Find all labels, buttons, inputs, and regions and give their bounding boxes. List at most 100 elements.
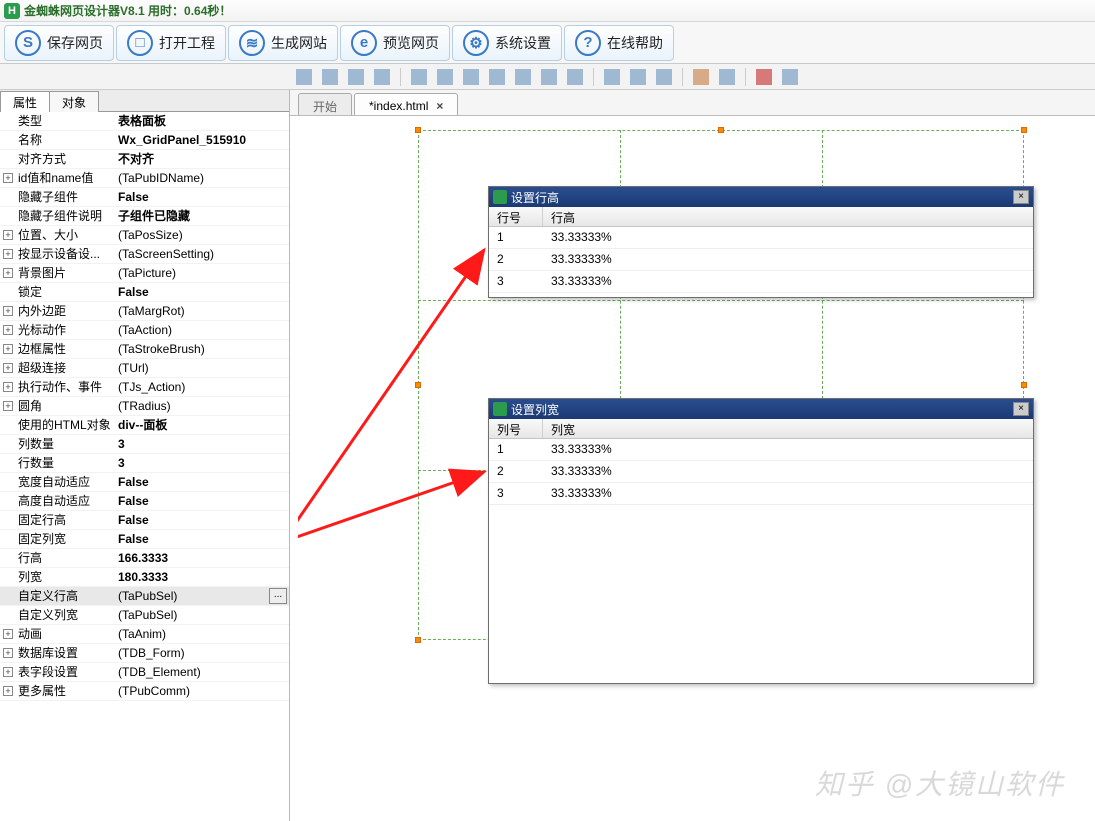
close-icon[interactable]: ×	[1013, 190, 1029, 204]
property-row[interactable]: +动画(TaAnim)	[0, 625, 289, 644]
property-row[interactable]: 列数量3	[0, 435, 289, 454]
property-row[interactable]: 宽度自动适应False	[0, 473, 289, 492]
design-canvas[interactable]: 设置行高 × 行号 行高 133.33333%233.33333%333.333…	[298, 120, 1095, 821]
resize-handle[interactable]	[415, 382, 421, 388]
expand-icon[interactable]: +	[3, 382, 13, 392]
property-row[interactable]: +超级连接(TUrl)	[0, 359, 289, 378]
property-row[interactable]: 隐藏子组件说明子组件已隐藏	[0, 207, 289, 226]
property-row[interactable]: 名称Wx_GridPanel_515910	[0, 131, 289, 150]
toolbar-build[interactable]: ≋ 生成网站	[228, 25, 338, 61]
cell-value[interactable]: 33.33333%	[543, 271, 612, 292]
property-row[interactable]: 锁定False	[0, 283, 289, 302]
tool-icon[interactable]	[322, 69, 338, 85]
property-row[interactable]: +执行动作、事件(TJs_Action)	[0, 378, 289, 397]
property-row[interactable]: 列宽180.3333	[0, 568, 289, 587]
property-row[interactable]: 固定行高False	[0, 511, 289, 530]
property-row[interactable]: 自定义列宽(TaPubSel)	[0, 606, 289, 625]
resize-handle[interactable]	[718, 127, 724, 133]
tool-icon[interactable]	[656, 69, 672, 85]
resize-handle[interactable]	[1021, 382, 1027, 388]
tool-icon[interactable]	[411, 69, 427, 85]
table-row[interactable]: 233.33333%	[489, 461, 1033, 483]
tool-icon[interactable]	[515, 69, 531, 85]
expand-icon[interactable]: +	[3, 629, 13, 639]
tool-icon[interactable]	[296, 69, 312, 85]
table-row[interactable]: 133.33333%	[489, 439, 1033, 461]
expand-icon[interactable]: +	[3, 325, 13, 335]
property-row[interactable]: 高度自动适应False	[0, 492, 289, 511]
property-row[interactable]: +位置、大小(TaPosSize)	[0, 226, 289, 245]
tool-icon[interactable]	[567, 69, 583, 85]
table-row[interactable]: 333.33333%	[489, 271, 1033, 293]
resize-handle[interactable]	[415, 127, 421, 133]
tab-start[interactable]: 开始	[298, 93, 352, 115]
close-icon[interactable]: ×	[1013, 402, 1029, 416]
table-row[interactable]: 233.33333%	[489, 249, 1033, 271]
property-row[interactable]: 对齐方式不对齐	[0, 150, 289, 169]
tab-properties[interactable]: 属性	[0, 91, 50, 112]
expand-icon[interactable]: +	[3, 363, 13, 373]
tool-icon[interactable]	[437, 69, 453, 85]
property-row[interactable]: 自定义行高(TaPubSel)...	[0, 587, 289, 606]
expand-icon[interactable]: +	[3, 686, 13, 696]
property-row[interactable]: +光标动作(TaAction)	[0, 321, 289, 340]
dialog-col-width[interactable]: 设置列宽 × 列号 列宽 133.33333%233.33333%333.333…	[488, 398, 1034, 684]
property-row[interactable]: +更多属性(TPubComm)	[0, 682, 289, 701]
resize-handle[interactable]	[1021, 127, 1027, 133]
property-row[interactable]: +按显示设备设...(TaScreenSetting)	[0, 245, 289, 264]
tool-icon[interactable]	[348, 69, 364, 85]
property-row[interactable]: +边框属性(TaStrokeBrush)	[0, 340, 289, 359]
tool-icon[interactable]	[541, 69, 557, 85]
expand-icon[interactable]: +	[3, 401, 13, 411]
table-row[interactable]: 333.33333%	[489, 483, 1033, 505]
toolbar-save[interactable]: S 保存网页	[4, 25, 114, 61]
tab-objects[interactable]: 对象	[49, 91, 99, 112]
property-row[interactable]: 隐藏子组件False	[0, 188, 289, 207]
expand-icon[interactable]: +	[3, 667, 13, 677]
expand-icon[interactable]: +	[3, 173, 13, 183]
dialog-titlebar[interactable]: 设置列宽 ×	[489, 399, 1033, 419]
tool-icon[interactable]	[782, 69, 798, 85]
expand-icon[interactable]: +	[3, 306, 13, 316]
property-row[interactable]: +数据库设置(TDB_Form)	[0, 644, 289, 663]
dialog-titlebar[interactable]: 设置行高 ×	[489, 187, 1033, 207]
property-row[interactable]: 行高166.3333	[0, 549, 289, 568]
property-row[interactable]: +内外边距(TaMargRot)	[0, 302, 289, 321]
property-row[interactable]: 固定列宽False	[0, 530, 289, 549]
tool-icon[interactable]	[604, 69, 620, 85]
tool-icon[interactable]	[489, 69, 505, 85]
dialog-row-height[interactable]: 设置行高 × 行号 行高 133.33333%233.33333%333.333…	[488, 186, 1034, 298]
cell-value[interactable]: 33.33333%	[543, 483, 612, 504]
cell-value[interactable]: 33.33333%	[543, 439, 612, 460]
cell-value[interactable]: 33.33333%	[543, 227, 612, 248]
toolbar-preview[interactable]: e 预览网页	[340, 25, 450, 61]
tool-icon[interactable]	[693, 69, 709, 85]
resize-handle[interactable]	[415, 637, 421, 643]
property-row[interactable]: 类型表格面板	[0, 112, 289, 131]
toolbar-settings[interactable]: ⚙ 系统设置	[452, 25, 562, 61]
property-row[interactable]: +表字段设置(TDB_Element)	[0, 663, 289, 682]
tab-index[interactable]: *index.html ×	[354, 93, 458, 115]
tool-icon[interactable]	[374, 69, 390, 85]
property-row[interactable]: 使用的HTML对象div--面板	[0, 416, 289, 435]
property-grid[interactable]: 类型表格面板名称Wx_GridPanel_515910对齐方式不对齐+id值和n…	[0, 112, 289, 821]
cell-value[interactable]: 33.33333%	[543, 461, 612, 482]
close-icon[interactable]: ×	[436, 99, 443, 113]
toolbar-help[interactable]: ? 在线帮助	[564, 25, 674, 61]
expand-icon[interactable]: +	[3, 648, 13, 658]
tool-icon[interactable]	[463, 69, 479, 85]
property-row[interactable]: 行数量3	[0, 454, 289, 473]
cell-value[interactable]: 33.33333%	[543, 249, 612, 270]
tool-icon[interactable]	[756, 69, 772, 85]
expand-icon[interactable]: +	[3, 249, 13, 259]
tool-icon[interactable]	[719, 69, 735, 85]
ellipsis-button[interactable]: ...	[269, 588, 287, 604]
tool-icon[interactable]	[630, 69, 646, 85]
property-row[interactable]: +圆角(TRadius)	[0, 397, 289, 416]
toolbar-open[interactable]: □ 打开工程	[116, 25, 226, 61]
expand-icon[interactable]: +	[3, 344, 13, 354]
property-row[interactable]: +id值和name值(TaPubIDName)	[0, 169, 289, 188]
expand-icon[interactable]: +	[3, 268, 13, 278]
table-row[interactable]: 133.33333%	[489, 227, 1033, 249]
property-value[interactable]: (TaPubSel)	[112, 587, 269, 606]
